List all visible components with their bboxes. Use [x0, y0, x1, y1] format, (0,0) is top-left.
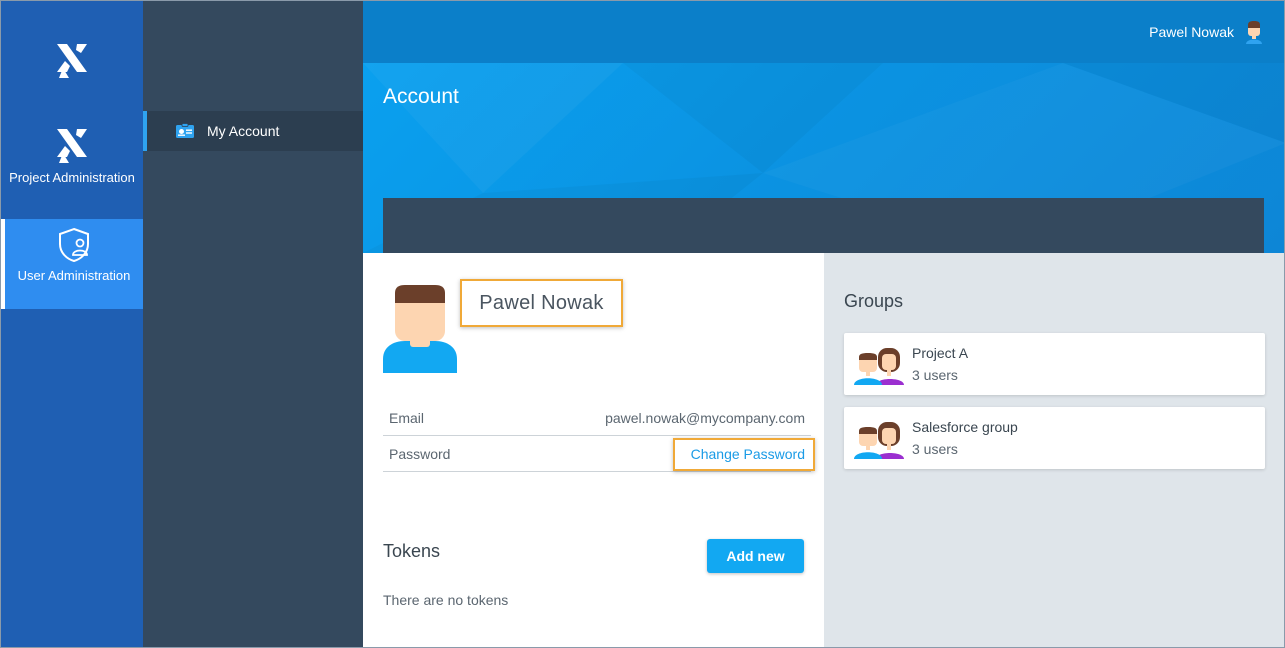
group-name: Salesforce group	[912, 419, 1018, 435]
rail-item-project-administration[interactable]: Project Administration	[1, 125, 143, 217]
group-user-count: 3 users	[912, 441, 958, 457]
app-logo[interactable]	[1, 31, 143, 91]
id-card-icon	[175, 123, 195, 139]
subnav-item-label: My Account	[207, 123, 280, 139]
page-title: Account	[383, 85, 459, 108]
group-card[interactable]: Salesforce group 3 users	[844, 407, 1265, 469]
secondary-nav: My Account	[143, 1, 363, 647]
group-name: Project A	[912, 345, 969, 361]
email-value: pawel.nowak@mycompany.com	[605, 410, 805, 426]
account-banner: Account	[363, 63, 1284, 253]
avatar	[383, 285, 457, 373]
profile-name: Pawel Nowak	[460, 279, 623, 327]
group-user-count: 3 users	[912, 367, 958, 383]
profile-card: Pawel Nowak Email pawel.nowak@mycompany.…	[363, 253, 824, 647]
subnav-item-my-account[interactable]: My Account	[143, 111, 363, 151]
user-avatar-icon[interactable]	[1244, 20, 1264, 44]
password-label: Password	[389, 446, 451, 462]
x-logo-icon	[57, 44, 87, 78]
banner-strip	[383, 198, 1264, 253]
shield-user-icon	[59, 227, 89, 263]
tokens-title: Tokens	[383, 541, 441, 561]
tokens-empty-text: There are no tokens	[383, 592, 509, 608]
rail-item-user-administration[interactable]: User Administration	[1, 219, 143, 309]
app-window: Project Administration User Administrati…	[0, 0, 1285, 648]
group-card[interactable]: Project A 3 users	[844, 333, 1265, 395]
add-token-button[interactable]: Add new	[707, 539, 804, 573]
email-row: Email pawel.nowak@mycompany.com	[383, 401, 811, 436]
main-rail: Project Administration User Administrati…	[1, 1, 143, 647]
top-bar: Pawel Nowak	[363, 1, 1284, 63]
groups-title: Groups	[844, 291, 904, 311]
group-users-icon	[854, 348, 904, 385]
group-users-icon	[854, 422, 904, 459]
email-label: Email	[389, 410, 425, 426]
groups-panel: Groups Project A 3 users Salesforce grou…	[824, 253, 1284, 647]
x-logo-icon	[57, 129, 87, 163]
rail-item-label: Project Administration	[9, 170, 135, 185]
current-user-name[interactable]: Pawel Nowak	[1149, 24, 1234, 40]
rail-item-label: User Administration	[17, 268, 131, 283]
change-password-link[interactable]: Change Password	[672, 437, 815, 471]
password-row: Password Change Password	[383, 437, 815, 472]
